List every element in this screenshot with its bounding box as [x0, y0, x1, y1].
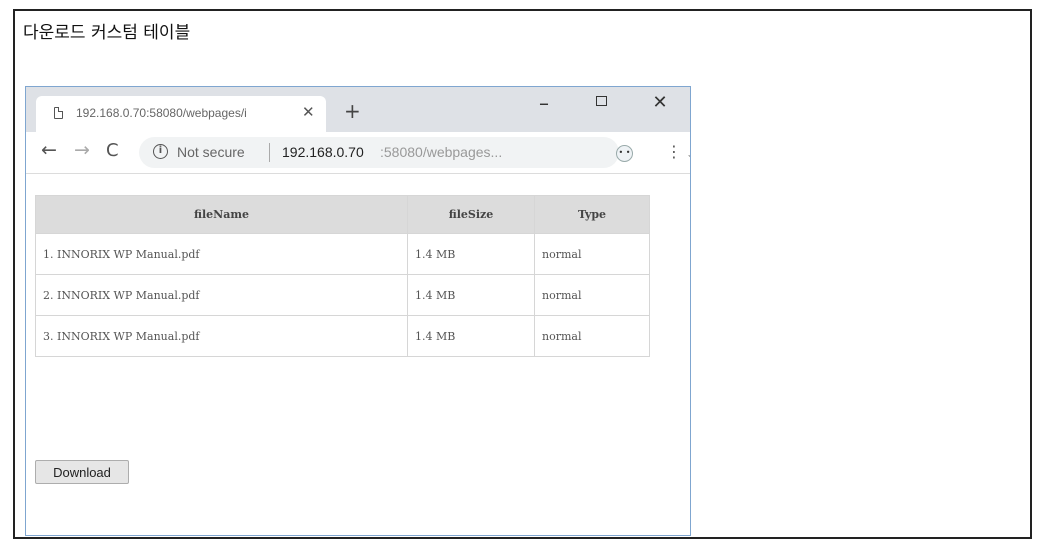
address-separator — [269, 143, 270, 162]
maximize-button[interactable] — [596, 96, 607, 106]
address-bar[interactable]: i Not secure 192.168.0.70 :58080/webpage… — [139, 137, 690, 168]
cell-type: normal — [534, 233, 650, 275]
minimize-button[interactable]: – — [524, 91, 564, 121]
title-bar: 192.168.0.70:58080/webpages/i ✕ + – ✕ — [26, 87, 690, 132]
cell-filesize: 1.4 MB — [407, 233, 535, 275]
document-icon — [54, 107, 63, 119]
bookmark-star-icon[interactable]: ☆ — [687, 148, 690, 168]
table-row[interactable]: 1. INNORIX WP Manual.pdf 1.4 MB normal — [35, 233, 650, 275]
cell-filename: 3. INNORIX WP Manual.pdf — [35, 315, 408, 357]
cell-filename: 2. INNORIX WP Manual.pdf — [35, 274, 408, 316]
page-content: fileName fileSize Type 1. INNORIX WP Man… — [26, 174, 690, 535]
new-tab-button[interactable]: + — [344, 101, 361, 121]
browser-tab[interactable]: 192.168.0.70:58080/webpages/i ✕ — [36, 96, 326, 132]
info-icon[interactable]: i — [153, 144, 168, 159]
cell-type: normal — [534, 315, 650, 357]
column-header-filesize[interactable]: fileSize — [407, 195, 535, 234]
table-row[interactable]: 2. INNORIX WP Manual.pdf 1.4 MB normal — [35, 274, 650, 316]
column-header-filename[interactable]: fileName — [35, 195, 408, 234]
tab-close-icon[interactable]: ✕ — [302, 103, 315, 121]
url-host: 192.168.0.70 — [282, 144, 364, 160]
file-table: fileName fileSize Type 1. INNORIX WP Man… — [35, 195, 650, 357]
table-row[interactable]: 3. INNORIX WP Manual.pdf 1.4 MB normal — [35, 315, 650, 357]
profile-avatar-icon[interactable]: • • — [616, 145, 633, 162]
forward-arrow-icon[interactable]: → — [74, 139, 90, 161]
tab-title: 192.168.0.70:58080/webpages/i — [76, 106, 247, 120]
back-arrow-icon[interactable]: ← — [41, 139, 57, 161]
cell-filesize: 1.4 MB — [407, 274, 535, 316]
security-status[interactable]: Not secure — [177, 144, 245, 160]
download-button[interactable]: Download — [35, 460, 129, 484]
cell-filename: 1. INNORIX WP Manual.pdf — [35, 233, 408, 275]
url-path: :58080/webpages... — [380, 144, 503, 160]
table-header-row: fileName fileSize Type — [35, 195, 650, 234]
cell-type: normal — [534, 274, 650, 316]
browser-toolbar: ← → C i Not secure 192.168.0.70 :58080/w… — [26, 132, 690, 174]
reload-icon[interactable]: C — [106, 140, 119, 161]
page-heading: 다운로드 커스텀 테이블 — [23, 23, 191, 43]
cell-filesize: 1.4 MB — [407, 315, 535, 357]
close-window-button[interactable]: ✕ — [640, 91, 680, 121]
column-header-type[interactable]: Type — [534, 195, 650, 234]
browser-window: 192.168.0.70:58080/webpages/i ✕ + – ✕ ← … — [25, 86, 691, 536]
menu-dots-icon[interactable]: ⋮ — [666, 142, 682, 161]
